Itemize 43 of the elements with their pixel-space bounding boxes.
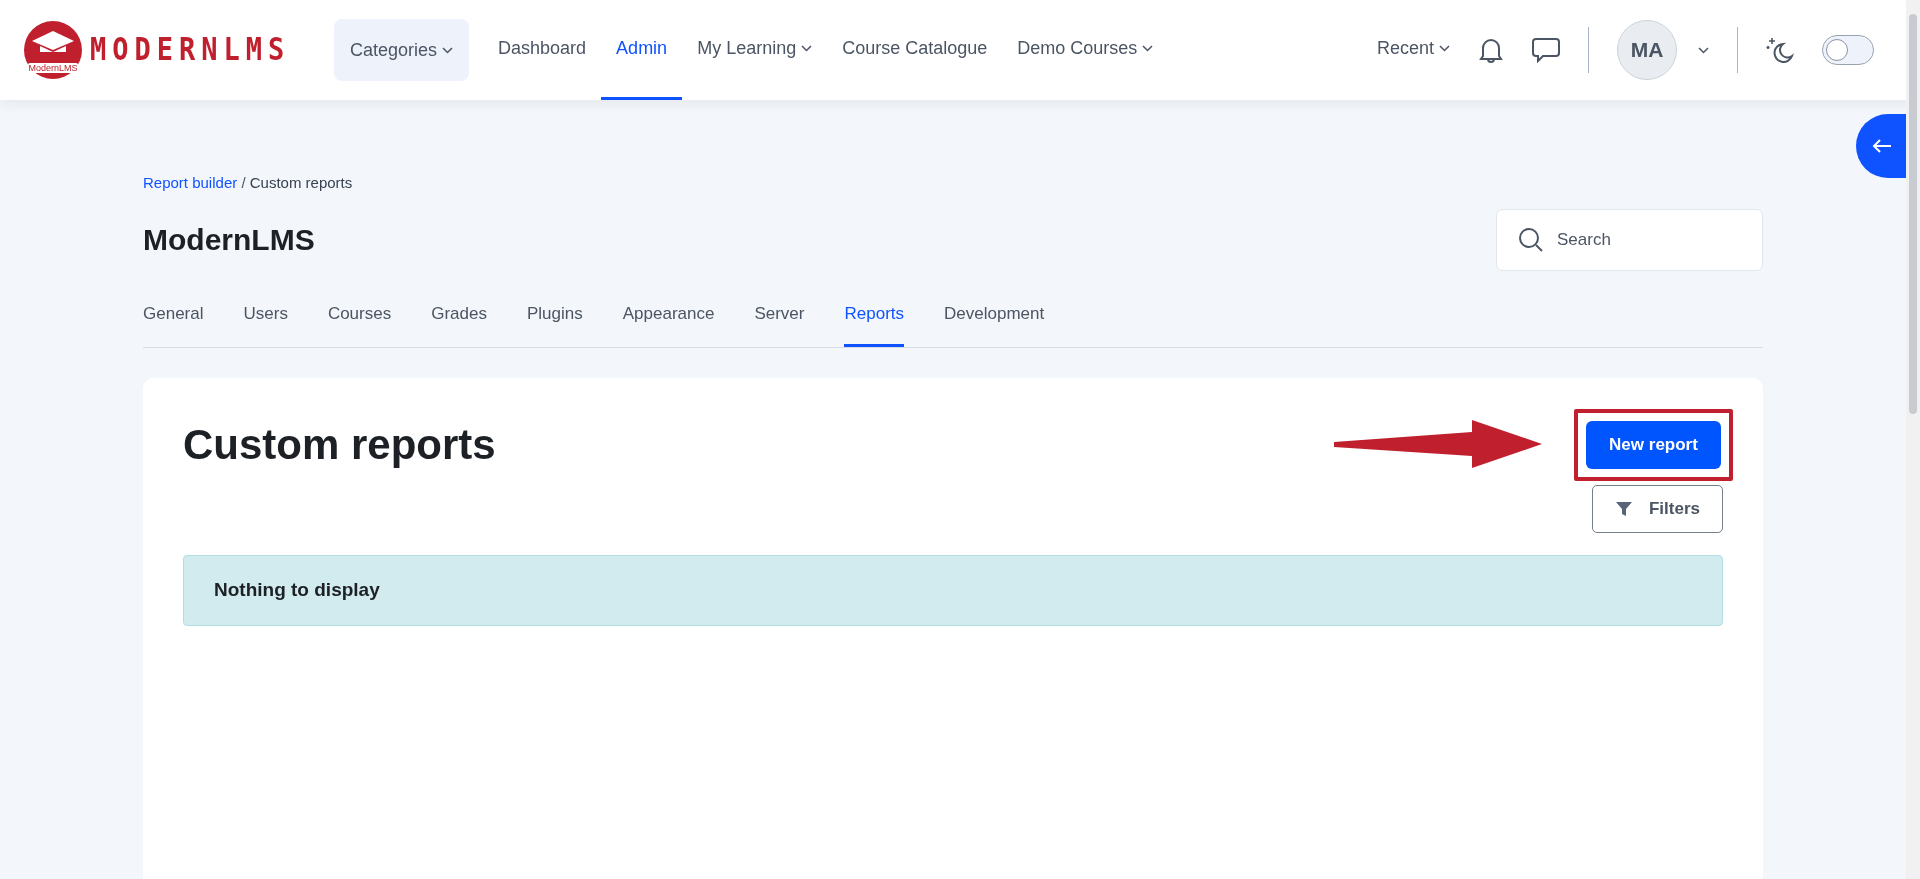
funnel-icon — [1615, 500, 1633, 518]
admin-tab[interactable]: Courses — [327, 300, 392, 347]
drawer-toggle-button[interactable] — [1856, 114, 1908, 178]
chevron-down-icon — [1698, 46, 1709, 54]
search-icon — [1518, 226, 1544, 253]
chevron-down-icon — [1439, 45, 1450, 52]
nav-link[interactable]: Course Catalogue — [827, 0, 1003, 100]
dark-mode-switch[interactable] — [1822, 35, 1874, 65]
admin-tab[interactable]: Appearance — [622, 300, 715, 347]
admin-tab[interactable]: Server — [754, 300, 805, 347]
chevron-down-icon — [442, 46, 454, 54]
page-heading: Custom reports — [183, 420, 496, 470]
mortarboard-icon — [32, 31, 74, 52]
search-field[interactable]: Search — [1496, 208, 1763, 271]
scrollbar-thumb[interactable] — [1909, 14, 1917, 414]
admin-tab[interactable]: General — [143, 300, 204, 347]
admin-tab[interactable]: Development — [944, 300, 1045, 347]
new-report-button[interactable]: New report — [1586, 421, 1721, 469]
breadcrumb-current: Custom reports — [249, 174, 353, 191]
bell-icon[interactable] — [1478, 36, 1504, 64]
arrow-left-icon — [1872, 138, 1892, 154]
admin-tab[interactable]: Reports — [844, 300, 904, 347]
chat-bubble-icon[interactable] — [1532, 37, 1560, 63]
site-title: ModernLMS — [143, 221, 315, 258]
breadcrumb-link[interactable]: Report builder — [143, 174, 238, 191]
admin-tab[interactable]: Plugins — [526, 300, 583, 347]
logo-wordmark: MODERNLMS — [90, 30, 291, 69]
categories-menu[interactable]: Categories — [334, 19, 470, 81]
nav-link[interactable]: Dashboard — [483, 0, 602, 100]
chevron-down-icon — [801, 45, 813, 52]
empty-message: Nothing to display — [183, 555, 1723, 626]
moon-stars-icon[interactable] — [1766, 36, 1794, 64]
admin-tab[interactable]: Users — [243, 300, 288, 347]
logo-caption: ModernLMS — [28, 63, 78, 73]
nav-dropdown[interactable]: My Learning — [682, 0, 828, 100]
nav-link[interactable]: Admin — [601, 0, 683, 100]
recent-dropdown[interactable]: Recent — [1376, 0, 1450, 100]
breadcrumb-separator: / — [241, 174, 246, 191]
chevron-down-icon — [1142, 45, 1154, 52]
user-avatar[interactable]: MA — [1617, 20, 1677, 80]
admin-tab[interactable]: Grades — [431, 300, 487, 347]
nav-dropdown[interactable]: Demo Courses — [1002, 0, 1169, 100]
filters-button[interactable]: Filters — [1592, 485, 1723, 533]
